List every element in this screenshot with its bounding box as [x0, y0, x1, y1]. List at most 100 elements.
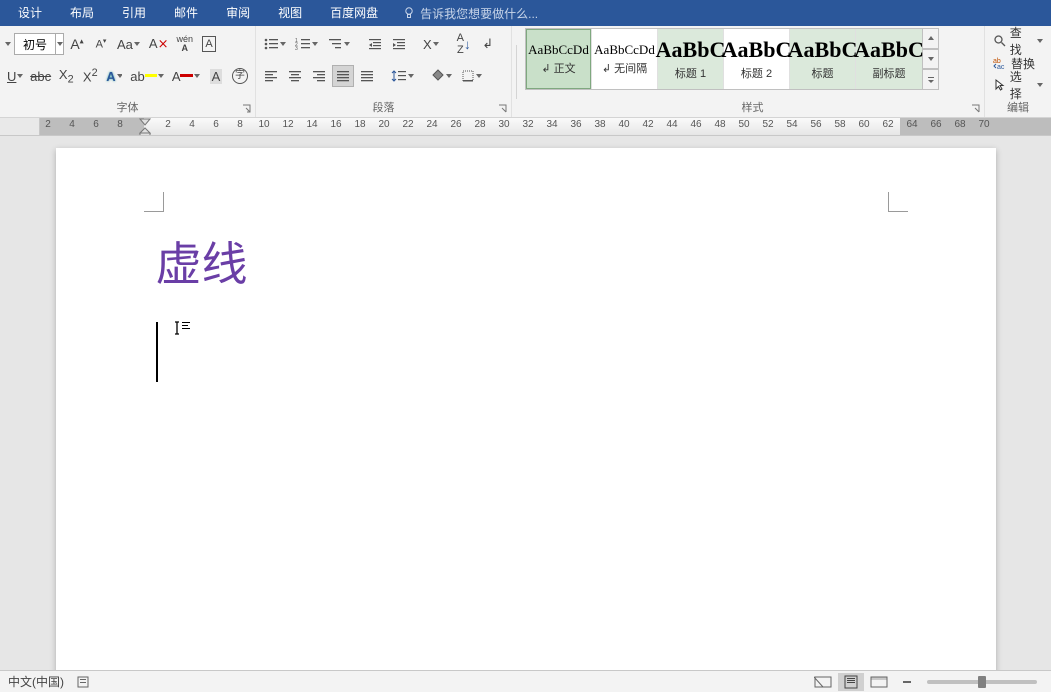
style-name: 标题	[812, 65, 834, 81]
superscript-button[interactable]: X2	[79, 65, 101, 87]
lightbulb-icon	[402, 6, 416, 20]
zoom-out-button[interactable]	[894, 673, 920, 691]
style-preview: AaBbC	[854, 37, 924, 63]
style-name: 副标题	[873, 65, 906, 81]
ruler-tab-well[interactable]	[0, 118, 40, 135]
shading-button[interactable]	[428, 65, 456, 87]
style-scroll-down[interactable]	[923, 49, 939, 70]
strikethrough-button[interactable]: abc	[28, 65, 53, 87]
align-distributed-button[interactable]	[356, 65, 378, 87]
style-normal[interactable]: AaBbCcDd ↲ 正文	[526, 29, 592, 89]
text-effects-button[interactable]: A	[103, 65, 125, 87]
change-case-button[interactable]: Aa	[114, 33, 144, 55]
margin-corner-tl	[144, 192, 164, 212]
menu-references[interactable]: 引用	[108, 0, 160, 26]
sort-button[interactable]: AZ↓	[453, 33, 475, 55]
increase-indent-button[interactable]	[388, 33, 410, 55]
group-styles: AaBbCcDd ↲ 正文 AaBbCcDd ↲ 无间隔 AaBbC 标题 1 …	[521, 26, 985, 117]
menu-mailings[interactable]: 邮件	[160, 0, 212, 26]
bullets-button[interactable]	[260, 33, 290, 55]
style-gallery-scroll	[923, 28, 939, 90]
style-gallery[interactable]: AaBbCcDd ↲ 正文 AaBbCcDd ↲ 无间隔 AaBbC 标题 1 …	[525, 28, 923, 90]
char-border-button[interactable]: A	[198, 33, 220, 55]
style-name: ↲ 正文	[541, 60, 575, 76]
style-nospacing[interactable]: AaBbCcDd ↲ 无间隔	[592, 29, 658, 89]
horizontal-ruler[interactable]: 8642246810121416182022242628303234363840…	[0, 118, 1051, 136]
font-size-dropdown[interactable]	[55, 33, 63, 55]
font-dialog-launcher[interactable]	[241, 103, 253, 115]
group-font-label: 字体	[0, 99, 255, 115]
status-language[interactable]: 中文(中国)	[8, 673, 64, 690]
accessibility-icon[interactable]	[76, 675, 92, 689]
svg-text:3: 3	[295, 46, 298, 51]
char-shading-button[interactable]: A	[205, 65, 227, 87]
hanging-indent-marker[interactable]	[139, 127, 151, 135]
line-spacing-button[interactable]	[388, 65, 418, 87]
shrink-font-button[interactable]: A▾	[90, 33, 112, 55]
multilevel-list-button[interactable]	[324, 33, 354, 55]
group-styles-label: 样式	[521, 99, 984, 115]
margin-corner-tr	[888, 192, 908, 212]
document-area[interactable]: 虚线	[0, 136, 1051, 670]
first-line-indent-marker[interactable]	[139, 118, 151, 126]
zoom-slider[interactable]	[927, 680, 1037, 684]
replace-icon: abac	[993, 56, 1007, 70]
showhide-marks-button[interactable]: ↲	[477, 33, 499, 55]
style-scroll-up[interactable]	[923, 28, 939, 49]
ribbon: A▴ A▾ Aa A⨯ wénA A U abc X2 X2 A ab A A …	[0, 26, 1051, 118]
zoom-slider-thumb[interactable]	[978, 676, 986, 688]
font-size-input[interactable]	[15, 37, 55, 51]
phonetic-guide-button[interactable]: wénA	[173, 33, 196, 55]
cursor-line[interactable]	[156, 322, 896, 392]
font-color-button[interactable]: A	[169, 65, 203, 87]
menu-design[interactable]: 设计	[4, 0, 56, 26]
styles-dialog-launcher[interactable]	[970, 103, 982, 115]
ruler-ticks: 8642246810121416182022242628303234363840…	[40, 119, 1051, 135]
enclose-char-button[interactable]: 字	[229, 65, 251, 87]
align-left-button[interactable]	[260, 65, 282, 87]
view-web-layout[interactable]	[866, 673, 892, 691]
menu-review[interactable]: 审阅	[212, 0, 264, 26]
style-gallery-more[interactable]	[923, 69, 939, 90]
style-heading1[interactable]: AaBbC 标题 1	[658, 29, 724, 89]
clear-format-button[interactable]: A⨯	[146, 33, 172, 55]
borders-button[interactable]	[458, 65, 486, 87]
group-paragraph: 123 X AZ↓ ↲ 段落	[256, 26, 512, 117]
select-button[interactable]: 选择	[991, 74, 1045, 96]
align-center-button[interactable]	[284, 65, 306, 87]
subscript-button[interactable]: X2	[55, 65, 77, 87]
align-right-button[interactable]	[308, 65, 330, 87]
style-preview: AaBbC	[656, 37, 726, 63]
paragraph-dialog-launcher[interactable]	[497, 103, 509, 115]
find-button[interactable]: 查找	[991, 30, 1045, 52]
style-preview: AaBbCcDd	[528, 42, 589, 58]
underline-button[interactable]: U	[4, 65, 26, 87]
style-name: ↲ 无间隔	[602, 60, 647, 76]
view-print-layout[interactable]	[838, 673, 864, 691]
numbering-button[interactable]: 123	[292, 33, 322, 55]
font-family-dropdown[interactable]	[4, 33, 12, 55]
highlight-button[interactable]: ab	[127, 65, 167, 87]
select-label: 选择	[1010, 68, 1032, 102]
text-direction-button[interactable]: X	[420, 33, 443, 55]
document-heading[interactable]: 虚线	[156, 228, 896, 294]
view-read-mode[interactable]	[810, 673, 836, 691]
font-size-combo[interactable]	[14, 33, 64, 55]
style-heading2[interactable]: AaBbC 标题 2	[724, 29, 790, 89]
menu-layout[interactable]: 布局	[56, 0, 108, 26]
search-icon	[993, 34, 1006, 48]
svg-text:ac: ac	[997, 64, 1005, 70]
tell-me[interactable]: 告诉我您想要做什么...	[402, 5, 538, 22]
group-edit: 查找 abac 替换 选择 编辑	[985, 26, 1051, 117]
align-justify-button[interactable]	[332, 65, 354, 87]
menu-baidu[interactable]: 百度网盘	[316, 0, 392, 26]
grow-font-button[interactable]: A▴	[66, 33, 88, 55]
style-title[interactable]: AaBbC 标题	[790, 29, 856, 89]
statusbar: 中文(中国)	[0, 670, 1051, 692]
menu-view[interactable]: 视图	[264, 0, 316, 26]
decrease-indent-button[interactable]	[364, 33, 386, 55]
page[interactable]: 虚线	[56, 148, 996, 670]
cursor-icon	[993, 78, 1006, 92]
style-subtitle[interactable]: AaBbC 副标题	[856, 29, 922, 89]
menubar: 设计 布局 引用 邮件 审阅 视图 百度网盘 告诉我您想要做什么...	[0, 0, 1051, 26]
